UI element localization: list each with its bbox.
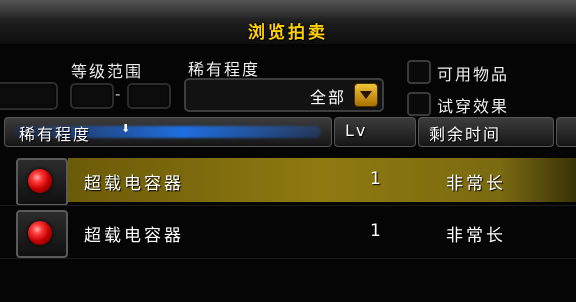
row-divider: [0, 258, 576, 259]
row-divider: [0, 205, 576, 206]
try-on-checkbox[interactable]: [407, 92, 431, 116]
window-title: 浏览拍卖: [248, 23, 328, 43]
red-gem-icon: [28, 169, 52, 193]
column-header-rarity[interactable]: 稀有程度 ⬇: [4, 117, 332, 147]
rarity-selected-value: 全部: [309, 88, 346, 107]
usable-items-checkbox[interactable]: [407, 60, 431, 84]
item-icon-frame[interactable]: [16, 210, 68, 258]
level-range-separator: -: [115, 85, 121, 103]
item-icon-frame[interactable]: [16, 158, 68, 206]
column-header-level-label: Lv: [345, 121, 368, 140]
item-name: 超载电容器: [84, 226, 184, 246]
name-search-input[interactable]: [0, 82, 58, 110]
item-level: 1: [370, 169, 384, 189]
item-time-left: 非常长: [446, 174, 506, 194]
item-name: 超载电容器: [84, 174, 184, 194]
title-bar-edge: [0, 0, 576, 18]
usable-items-label: 可用物品: [437, 65, 510, 84]
item-time-left: 非常长: [446, 226, 506, 246]
dropdown-arrow-icon[interactable]: [354, 83, 378, 107]
max-level-input[interactable]: [127, 83, 171, 109]
column-header-level[interactable]: Lv: [334, 117, 416, 147]
try-on-label: 试穿效果: [437, 97, 510, 116]
level-range-label: 等级范围: [71, 62, 144, 81]
auction-row[interactable]: 超载电容器 1 非常长: [0, 210, 576, 258]
column-header-time-left-label: 剩余时间: [429, 125, 502, 144]
auction-row[interactable]: 超载电容器 1 非常长: [0, 158, 576, 206]
red-gem-icon: [28, 221, 52, 245]
rarity-label: 稀有程度: [188, 60, 261, 79]
min-level-input[interactable]: [70, 83, 114, 109]
rarity-dropdown[interactable]: 全部: [184, 78, 384, 112]
column-header-rarity-label: 稀有程度: [19, 125, 92, 144]
item-level: 1: [370, 221, 384, 241]
sort-down-icon: ⬇: [121, 122, 131, 135]
auction-title-bar: 浏览拍卖: [0, 0, 576, 45]
column-header-time-left[interactable]: 剩余时间: [418, 117, 554, 147]
column-header-next[interactable]: [556, 117, 576, 147]
